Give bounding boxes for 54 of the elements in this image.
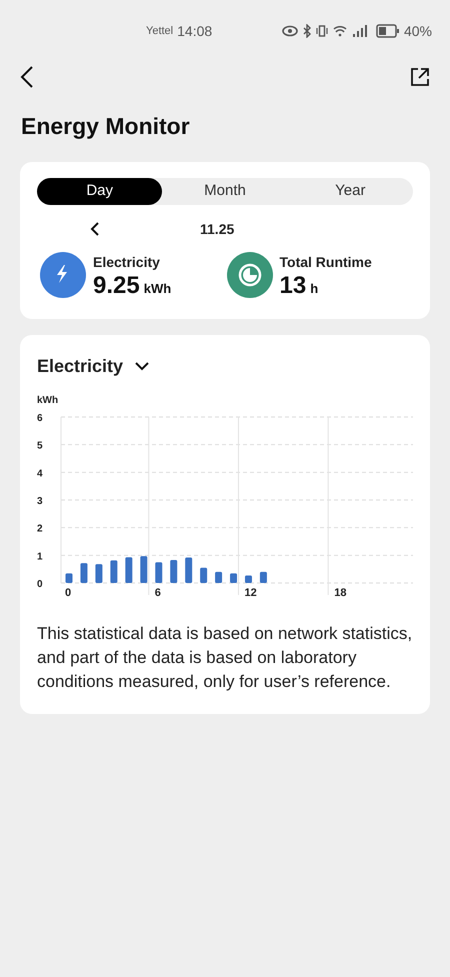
x-tick-label: 12 <box>244 586 257 598</box>
period-tab[interactable]: Year <box>288 178 413 204</box>
chart-bar <box>140 556 148 582</box>
stat-unit: h <box>310 280 318 298</box>
y-tick-label: 1 <box>37 550 43 562</box>
x-tick-label: 18 <box>334 586 346 598</box>
chart-bar <box>155 562 162 582</box>
back-icon[interactable] <box>20 66 34 88</box>
timer-icon <box>226 252 272 298</box>
chart-bar <box>185 557 192 582</box>
y-tick-label: 6 <box>37 412 43 424</box>
y-tick-label: 2 <box>37 523 43 534</box>
chart-bar <box>80 562 88 582</box>
y-tick-label: 5 <box>37 440 43 452</box>
wifi-icon <box>332 24 347 38</box>
chart-bar <box>110 560 118 582</box>
y-axis-label: kWh <box>37 394 58 406</box>
disclaimer-text: This statistical data is based on network statistics, and part of the data is based on laboratory conditions measured, only for user’s reference. <box>37 622 413 692</box>
eye-icon <box>282 24 298 38</box>
chart-bar <box>170 560 178 582</box>
stat-unit: kWh <box>144 280 172 298</box>
y-tick-label: 0 <box>37 578 43 590</box>
bluetooth-icon <box>302 24 311 38</box>
carrier-name: Yettel <box>146 24 174 39</box>
period-tab[interactable]: Day <box>37 178 162 204</box>
stat-label: Total Runtime <box>280 252 372 272</box>
battery-icon <box>376 24 400 38</box>
chart-bar <box>215 571 222 582</box>
chart-bar <box>230 572 238 582</box>
chart-bar <box>66 572 72 582</box>
y-tick-label: 4 <box>37 468 43 479</box>
chart-bar <box>95 564 102 582</box>
x-tick-label: 6 <box>154 586 161 598</box>
stat-label: Electricity <box>93 252 161 272</box>
page-title: Energy Monitor <box>20 112 191 141</box>
chart-bar <box>244 575 252 582</box>
vibrate-icon <box>316 24 328 38</box>
battery-percent: 40% <box>404 22 432 40</box>
stat-value: 13 <box>280 272 306 298</box>
chevron-down-icon <box>135 362 150 370</box>
y-tick-label: 3 <box>37 496 43 506</box>
signal-icon <box>352 24 368 38</box>
x-tick-label: 0 <box>65 586 72 598</box>
chart-bar <box>125 556 132 582</box>
lightning-icon <box>40 252 86 298</box>
status-time: 14:08 <box>177 22 212 40</box>
metric-dropdown[interactable]: Electricity <box>37 352 150 380</box>
chart-bar <box>260 571 267 582</box>
chart-bar <box>200 567 208 582</box>
share-icon[interactable] <box>410 67 430 87</box>
previous-icon[interactable] <box>90 221 100 237</box>
period-tab[interactable]: Month <box>162 178 288 204</box>
stat-value: 9.25 <box>93 272 140 298</box>
date-label: 11.25 <box>200 220 234 238</box>
